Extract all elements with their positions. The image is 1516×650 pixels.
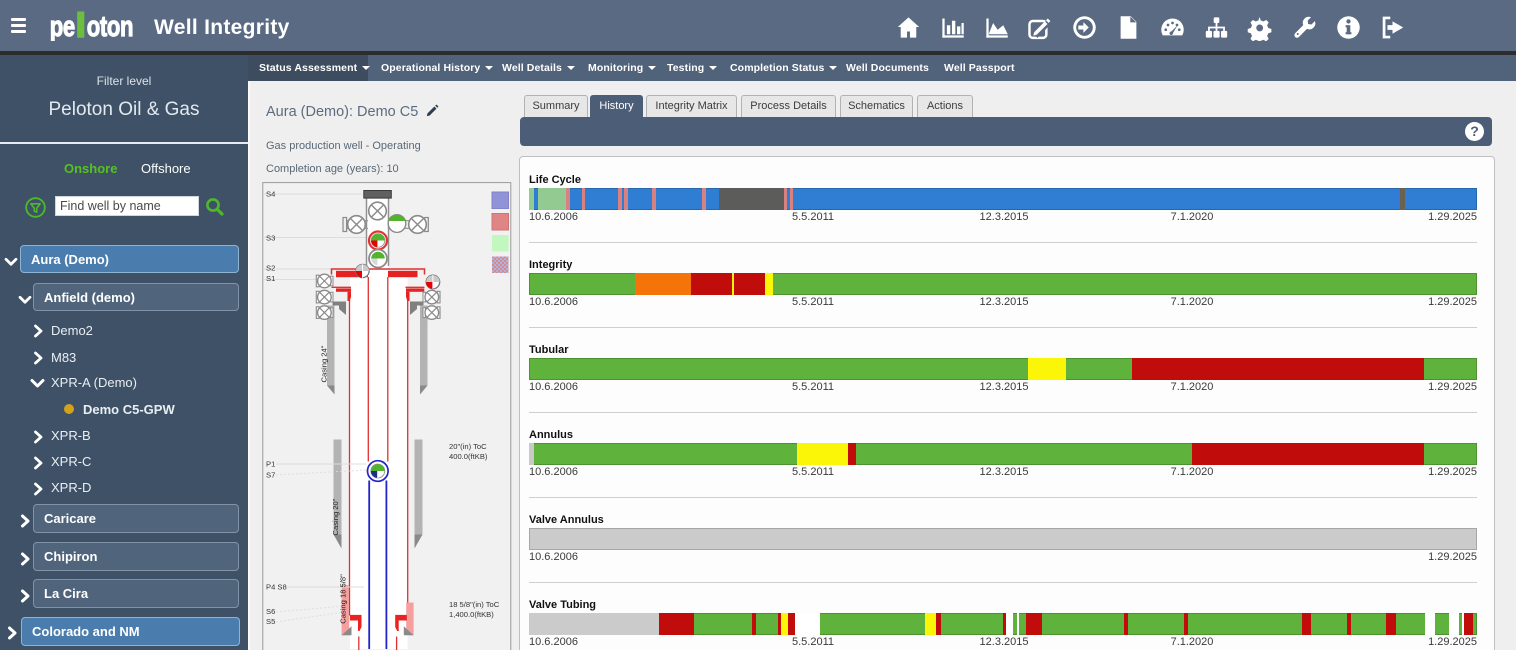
- svg-text:S3: S3: [266, 234, 275, 243]
- svg-text:1,400.0(ftKB): 1,400.0(ftKB): [449, 610, 494, 619]
- svg-text:S1: S1: [266, 274, 275, 283]
- svg-text:Casing 24": Casing 24": [320, 345, 329, 382]
- svg-text:20"(in) ToC: 20"(in) ToC: [449, 442, 487, 451]
- svg-text:Casing 18 5/8": Casing 18 5/8": [339, 574, 348, 624]
- svg-text:P4 S8: P4 S8: [266, 583, 287, 592]
- svg-text:pe: pe: [50, 11, 75, 41]
- svg-text:S2: S2: [266, 264, 275, 273]
- svg-text:Casing 20": Casing 20": [331, 498, 340, 535]
- svg-text:18 5/8"(in) ToC: 18 5/8"(in) ToC: [449, 600, 500, 609]
- svg-text:S4: S4: [266, 190, 275, 199]
- svg-text:S7: S7: [266, 471, 275, 480]
- svg-text:400.0(ftKB): 400.0(ftKB): [449, 452, 488, 461]
- svg-text:oton: oton: [87, 11, 133, 41]
- svg-text:S6: S6: [266, 607, 275, 616]
- svg-text:P1: P1: [266, 460, 275, 469]
- svg-text:S5: S5: [266, 617, 275, 626]
